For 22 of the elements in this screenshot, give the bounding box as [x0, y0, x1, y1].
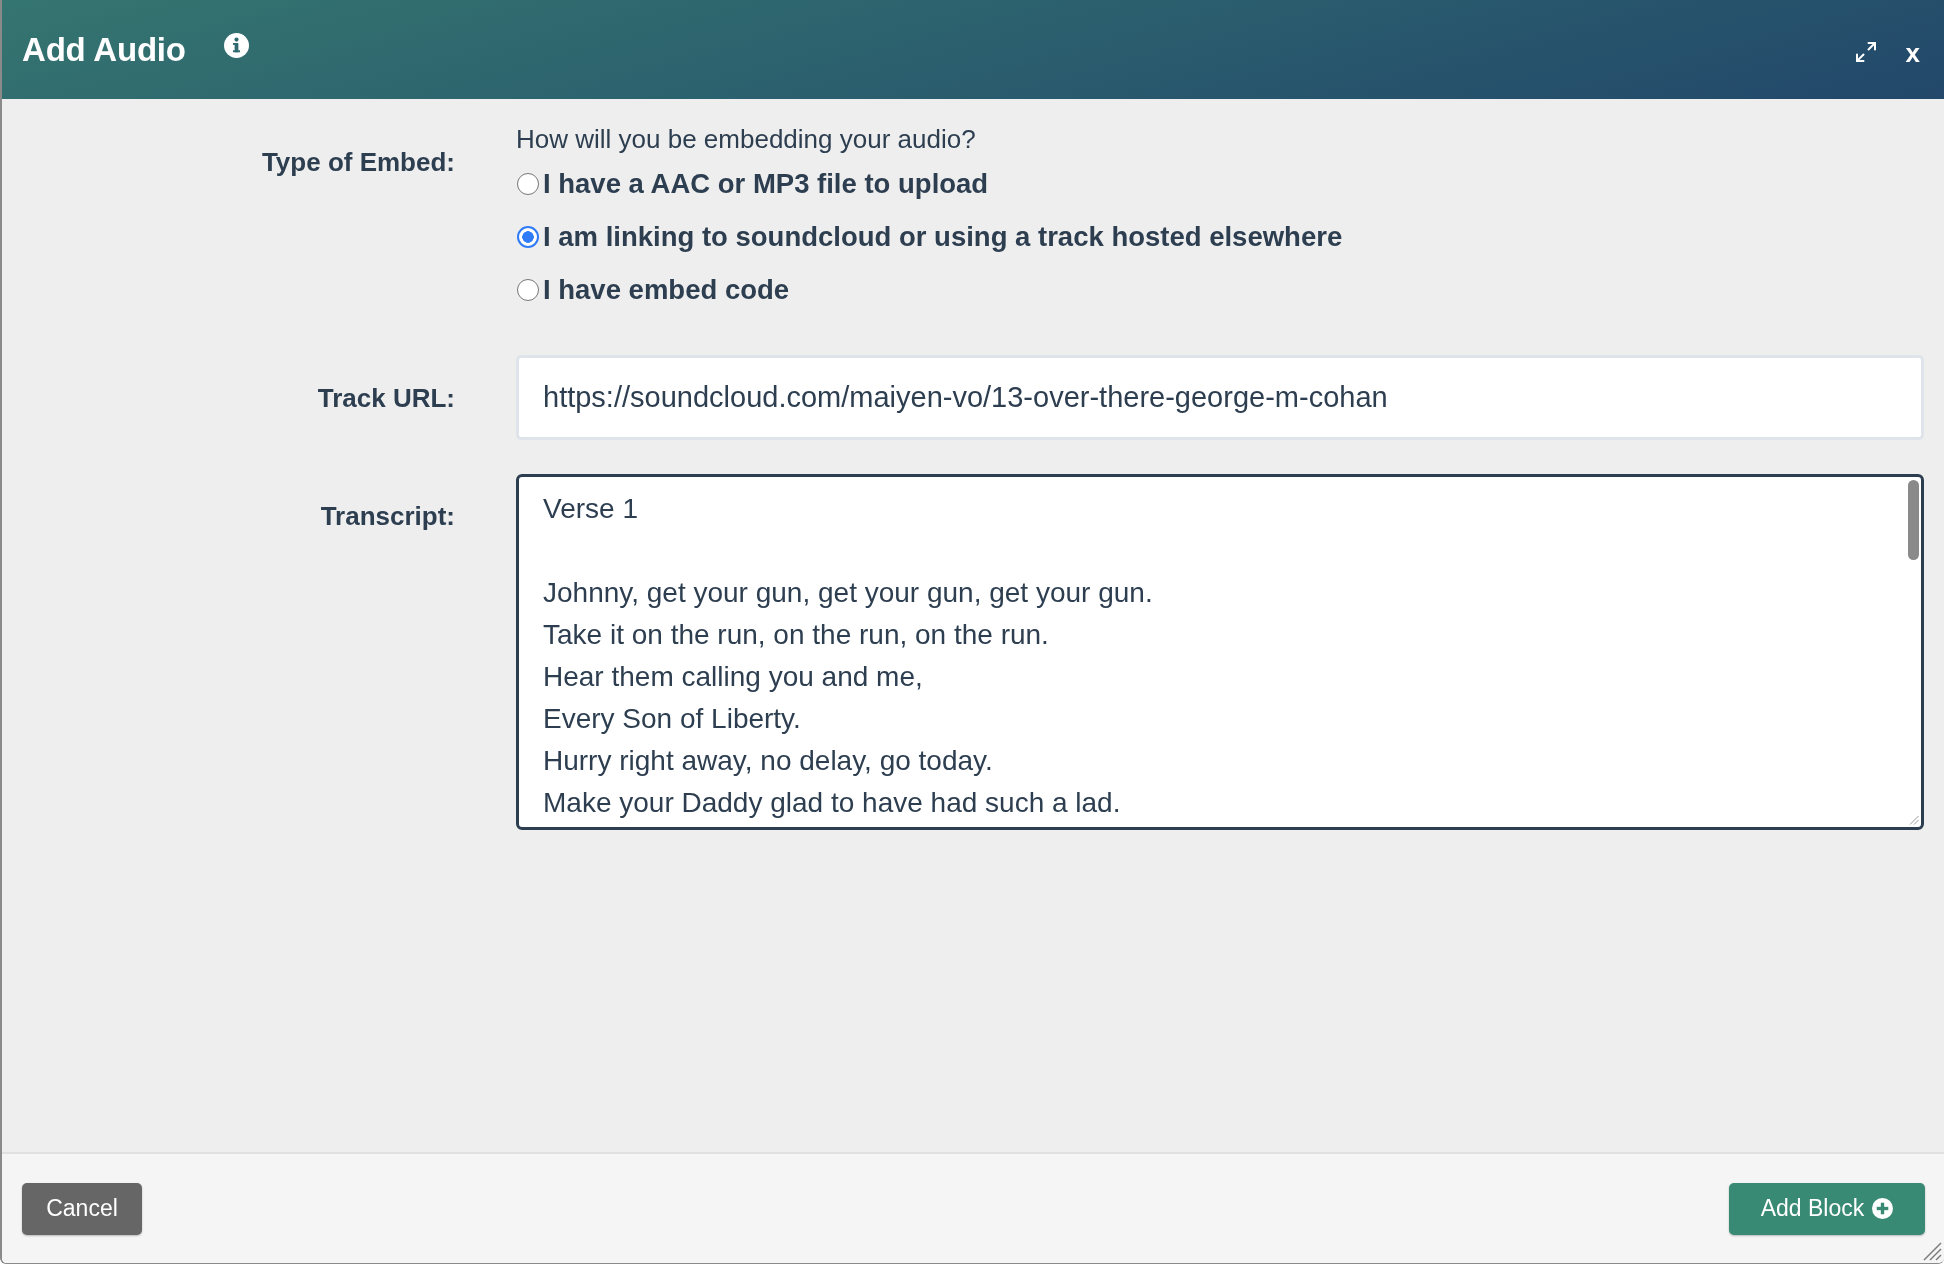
field-label: Transcript:	[320, 500, 455, 533]
transcript-field[interactable]: Verse 1 Johnny, get your gun, get your gun, get your gun. Take it on the run, on the run, on the run. Hear them calling you and me, Every Son of Liberty. Hurry right away, no delay, go today. Make your Daddy glad to have had such a lad.	[516, 474, 1924, 830]
add-block-button[interactable]: Add Block	[1729, 1182, 1925, 1235]
question-text: How will you be embedding your audio?	[516, 123, 976, 156]
expand-icon[interactable]	[1854, 40, 1877, 63]
field-label: Type of Embed:	[261, 146, 455, 179]
info-icon[interactable]	[223, 33, 249, 58]
resize-grip-icon[interactable]	[1922, 1241, 1942, 1261]
radio-label[interactable]: I am linking to soundcloud or using a track hosted elsewhere	[543, 219, 1343, 255]
scrollbar-thumb[interactable]	[1908, 480, 1919, 560]
resize-grip-icon[interactable]	[1909, 815, 1919, 825]
track-url-field[interactable]: https://soundcloud.com/maiyen-vo/13-over-there-george-m-cohan	[516, 355, 1924, 440]
field-label: Track URL:	[317, 381, 455, 415]
radio-button[interactable]	[517, 279, 539, 301]
dialog-title: Add Audio	[22, 30, 186, 69]
radio-label[interactable]: I have embed code	[543, 272, 790, 308]
radio-button[interactable]	[517, 173, 539, 195]
radio-button[interactable]	[517, 226, 539, 248]
close-button[interactable]: x	[1903, 37, 1922, 68]
plus-circle-icon	[1872, 1198, 1894, 1219]
cancel-button[interactable]: Cancel	[22, 1182, 142, 1235]
radio-label[interactable]: I have a AAC or MP3 file to upload	[543, 166, 989, 202]
